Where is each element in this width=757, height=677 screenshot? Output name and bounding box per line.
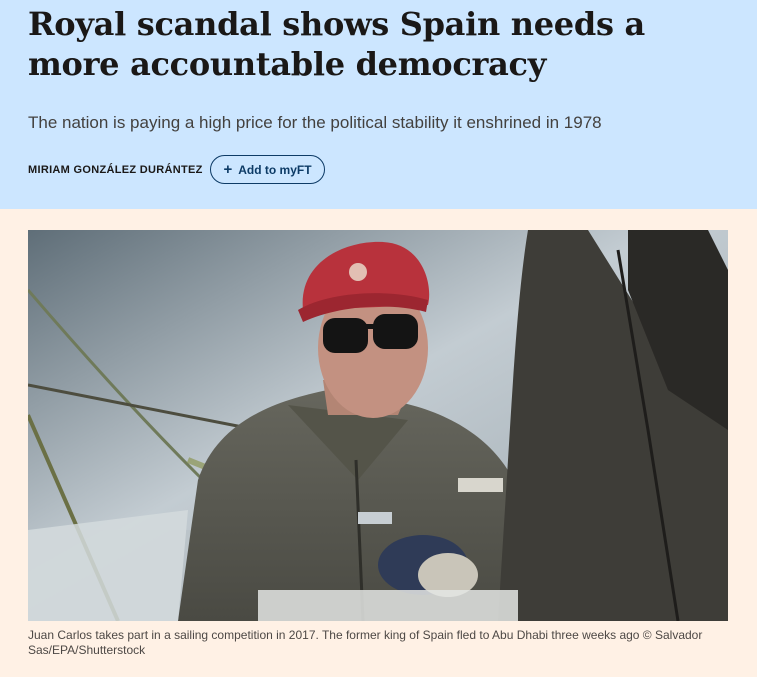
- article-standfirst: The nation is paying a high price for th…: [28, 113, 602, 132]
- article-headline: Royal scandal shows Spain needs a more a…: [28, 5, 645, 83]
- plus-icon: +: [223, 161, 233, 178]
- author-byline[interactable]: MIRIAM GONZÁLEZ DURÁNTEZ: [28, 164, 203, 176]
- add-to-myft-label: Add to myFT: [238, 162, 312, 177]
- add-to-myft-button[interactable]: + Add to myFT: [210, 155, 325, 184]
- photo-caption: Juan Carlos takes part in a sailing comp…: [28, 628, 703, 657]
- article-photo: [28, 230, 728, 621]
